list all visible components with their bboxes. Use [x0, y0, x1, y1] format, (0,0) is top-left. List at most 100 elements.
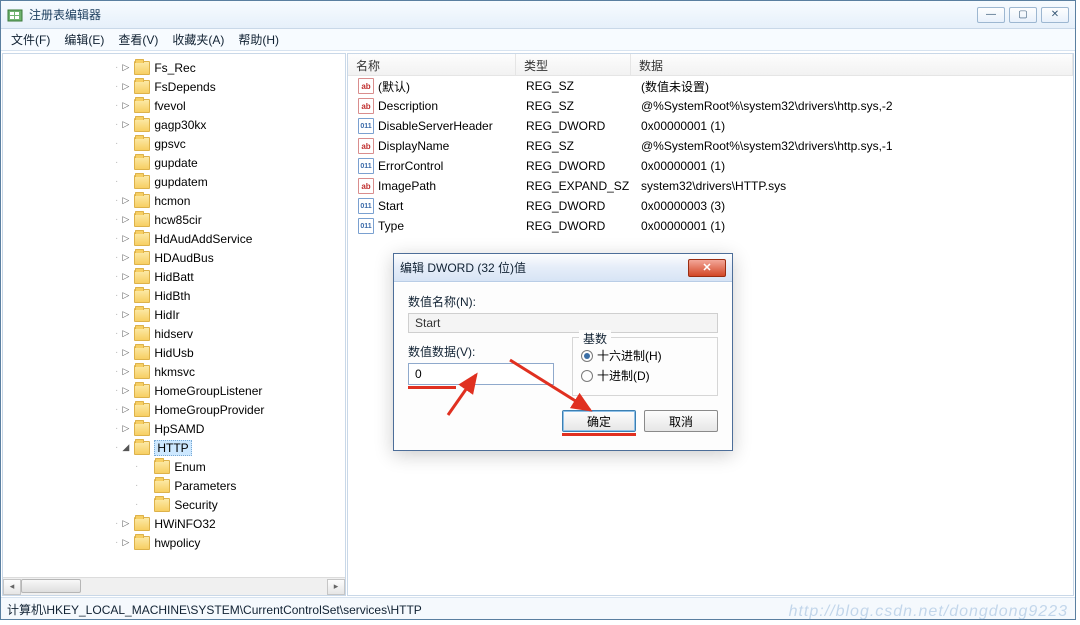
expand-toggle-icon[interactable]: [119, 346, 132, 359]
dialog-title: 编辑 DWORD (32 位)值: [400, 259, 688, 276]
reg-sz-icon: ab: [358, 178, 374, 194]
expand-toggle-icon[interactable]: [119, 384, 132, 397]
value-row[interactable]: 011ErrorControlREG_DWORD0x00000001 (1): [348, 156, 1073, 176]
radio-hex[interactable]: [581, 350, 593, 362]
tree-item[interactable]: ·HidBatt: [3, 267, 345, 286]
tree-item[interactable]: ·Parameters: [3, 476, 345, 495]
expand-toggle-icon[interactable]: [119, 441, 132, 454]
scroll-track[interactable]: [21, 579, 327, 595]
tree-item[interactable]: ·HdAudAddService: [3, 229, 345, 248]
menubar: 文件(F) 编辑(E) 查看(V) 收藏夹(A) 帮助(H): [1, 29, 1075, 51]
expand-toggle-icon[interactable]: [119, 80, 132, 93]
expand-toggle-icon[interactable]: [119, 327, 132, 340]
tree-item[interactable]: ·HomeGroupProvider: [3, 400, 345, 419]
radio-hex-row[interactable]: 十六进制(H): [581, 347, 709, 364]
scroll-left-button[interactable]: ◂: [3, 579, 21, 595]
value-type: REG_EXPAND_SZ: [520, 179, 635, 193]
folder-icon: [134, 327, 150, 341]
tree-item-label: gpsvc: [154, 137, 185, 151]
tree-item[interactable]: ·HWiNFO32: [3, 514, 345, 533]
tree-item[interactable]: ·HidBth: [3, 286, 345, 305]
tree-item[interactable]: ·HidUsb: [3, 343, 345, 362]
maximize-button[interactable]: ▢: [1009, 7, 1037, 23]
expand-toggle-icon[interactable]: [119, 99, 132, 112]
value-data: 0x00000001 (1): [635, 159, 1073, 173]
expand-toggle-icon[interactable]: [119, 289, 132, 302]
folder-icon: [134, 118, 150, 132]
expand-toggle-icon[interactable]: [119, 118, 132, 131]
tree-item[interactable]: ·Fs_Rec: [3, 58, 345, 77]
expand-toggle-icon[interactable]: [119, 61, 132, 74]
cancel-button[interactable]: 取消: [644, 410, 718, 432]
col-type[interactable]: 类型: [516, 54, 631, 75]
dialog-close-button[interactable]: ✕: [688, 259, 726, 277]
tree-item[interactable]: ·Security: [3, 495, 345, 514]
value-type: REG_DWORD: [520, 199, 635, 213]
folder-icon: [134, 308, 150, 322]
expand-toggle-icon[interactable]: [119, 403, 132, 416]
reg-dword-icon: 011: [358, 198, 374, 214]
tree-item[interactable]: ·FsDepends: [3, 77, 345, 96]
tree-item[interactable]: ·HomeGroupListener: [3, 381, 345, 400]
minimize-button[interactable]: —: [977, 7, 1005, 23]
tree-item[interactable]: ·gagp30kx: [3, 115, 345, 134]
expand-toggle-icon[interactable]: [119, 308, 132, 321]
dialog-body: 数值名称(N): Start 数值数据(V): 基数 十六进制(H) 十进制(D…: [394, 282, 732, 450]
tree-item[interactable]: ·HpSAMD: [3, 419, 345, 438]
tree[interactable]: ·Fs_Rec·FsDepends·fvevol·gagp30kx·gpsvc·…: [3, 54, 345, 577]
expand-toggle-icon[interactable]: [119, 422, 132, 435]
tree-item-label: hkmsvc: [154, 365, 195, 379]
tree-item[interactable]: ·HidIr: [3, 305, 345, 324]
expand-toggle-icon[interactable]: [119, 270, 132, 283]
menu-file[interactable]: 文件(F): [5, 29, 56, 50]
expand-toggle-icon[interactable]: [119, 213, 132, 226]
value-row[interactable]: abDisplayNameREG_SZ@%SystemRoot%\system3…: [348, 136, 1073, 156]
tree-item[interactable]: ·hidserv: [3, 324, 345, 343]
value-data-input[interactable]: [408, 363, 554, 385]
expand-toggle-icon[interactable]: [119, 251, 132, 264]
tree-item[interactable]: ·gpsvc: [3, 134, 345, 153]
scroll-right-button[interactable]: ▸: [327, 579, 345, 595]
tree-item[interactable]: ·hkmsvc: [3, 362, 345, 381]
tree-hscrollbar[interactable]: ◂ ▸: [3, 577, 345, 595]
expand-toggle-icon[interactable]: [119, 365, 132, 378]
value-name-field: Start: [408, 313, 718, 333]
value-list[interactable]: ab(默认)REG_SZ(数值未设置)abDescriptionREG_SZ@%…: [348, 76, 1073, 236]
tree-item-label: hwpolicy: [154, 536, 200, 550]
value-row[interactable]: abImagePathREG_EXPAND_SZsystem32\drivers…: [348, 176, 1073, 196]
expand-toggle-icon[interactable]: [119, 536, 132, 549]
tree-item[interactable]: ·hcmon: [3, 191, 345, 210]
close-button[interactable]: ✕: [1041, 7, 1069, 23]
list-header: 名称 类型 数据: [348, 54, 1073, 76]
radio-dec[interactable]: [581, 370, 593, 382]
menu-edit[interactable]: 编辑(E): [58, 29, 110, 50]
menu-view[interactable]: 查看(V): [112, 29, 164, 50]
radio-dec-row[interactable]: 十进制(D): [581, 367, 709, 384]
folder-icon: [134, 194, 150, 208]
value-row[interactable]: 011StartREG_DWORD0x00000003 (3): [348, 196, 1073, 216]
value-row[interactable]: 011TypeREG_DWORD0x00000001 (1): [348, 216, 1073, 236]
value-row[interactable]: 011DisableServerHeaderREG_DWORD0x0000000…: [348, 116, 1073, 136]
menu-favorites[interactable]: 收藏夹(A): [166, 29, 230, 50]
tree-item[interactable]: ·hcw85cir: [3, 210, 345, 229]
expand-toggle-icon[interactable]: [119, 194, 132, 207]
value-row[interactable]: ab(默认)REG_SZ(数值未设置): [348, 76, 1073, 96]
expand-toggle-icon[interactable]: [119, 517, 132, 530]
tree-item[interactable]: ·gupdatem: [3, 172, 345, 191]
tree-item[interactable]: ·fvevol: [3, 96, 345, 115]
tree-item-label: Parameters: [174, 479, 236, 493]
tree-item[interactable]: ·Enum: [3, 457, 345, 476]
tree-item[interactable]: ·HTTP: [3, 438, 345, 457]
tree-item[interactable]: ·gupdate: [3, 153, 345, 172]
col-data[interactable]: 数据: [631, 54, 1073, 75]
value-data: (数值未设置): [635, 78, 1073, 95]
tree-item[interactable]: ·HDAudBus: [3, 248, 345, 267]
tree-item-label: fvevol: [154, 99, 185, 113]
col-name[interactable]: 名称: [348, 54, 516, 75]
menu-help[interactable]: 帮助(H): [232, 29, 285, 50]
tree-item[interactable]: ·hwpolicy: [3, 533, 345, 552]
expand-toggle-icon[interactable]: [119, 232, 132, 245]
value-row[interactable]: abDescriptionREG_SZ@%SystemRoot%\system3…: [348, 96, 1073, 116]
ok-button[interactable]: 确定: [562, 410, 636, 432]
scroll-thumb[interactable]: [21, 579, 81, 593]
